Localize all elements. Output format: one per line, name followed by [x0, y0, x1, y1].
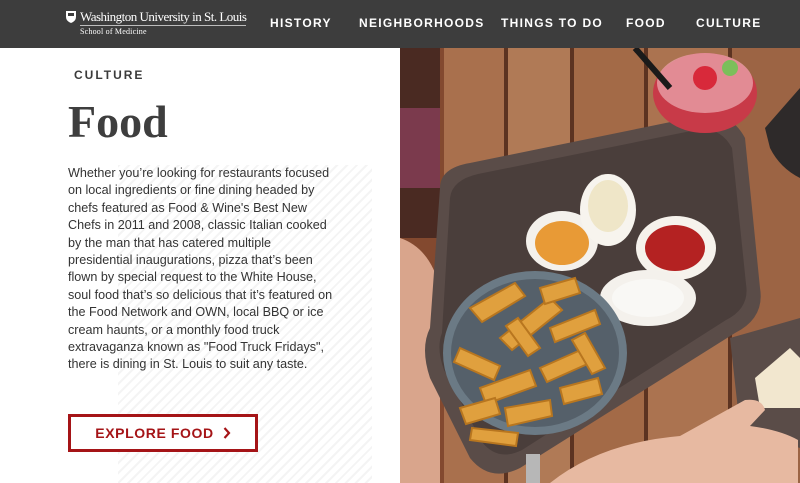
nav-item-history[interactable]: HISTORY	[270, 16, 332, 30]
intro-paragraph: Whether you’re looking for restaurants f…	[68, 166, 333, 372]
site-header: Washington University in St. Louis Schoo…	[0, 0, 800, 48]
section-eyebrow: CULTURE	[74, 68, 145, 82]
nav-item-food[interactable]: FOOD	[626, 16, 666, 30]
content-panel: CULTURE Food Whether you’re looking for …	[0, 48, 400, 483]
main-nav: HISTORY NEIGHBORHOODS THINGS TO DO FOOD …	[0, 0, 800, 48]
food-photo	[400, 48, 800, 483]
nav-item-culture[interactable]: CULTURE	[696, 16, 762, 30]
nav-item-neighborhoods[interactable]: NEIGHBORHOODS	[359, 16, 485, 30]
chevron-right-icon	[223, 427, 231, 439]
food-photo-illustration	[400, 48, 800, 483]
explore-food-label: EXPLORE FOOD	[95, 425, 214, 441]
page-title: Food	[68, 96, 168, 147]
nav-item-things-to-do[interactable]: THINGS TO DO	[501, 16, 603, 30]
explore-food-button[interactable]: EXPLORE FOOD	[68, 414, 258, 452]
